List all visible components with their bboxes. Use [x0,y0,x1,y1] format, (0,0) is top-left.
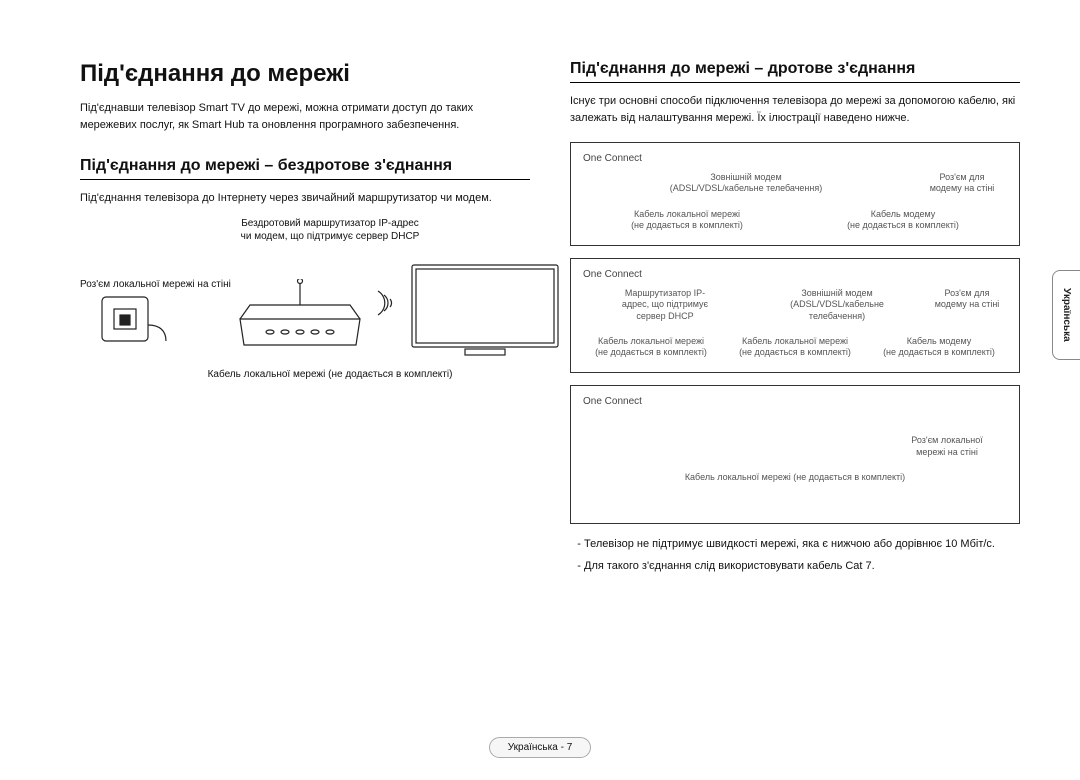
wall-jack-icon [100,295,170,355]
lan-wall-jack-label: Роз'єм локальної мережі на стіні [887,435,1007,458]
wireless-heading: Під'єднання до мережі – бездротове з'єдн… [80,157,530,180]
external-modem-label: Зовнішній модем (ADSL/VDSL/кабельне теле… [755,288,919,322]
text-line: Роз'єм для [917,172,1007,183]
wired-heading: Під'єднання до мережі – дротове з'єднанн… [570,60,1020,83]
text-line: (не додається в комплекті) [583,220,791,231]
lan-cable-caption: Кабель локальної мережі (не додається в … [200,369,460,380]
text-line: (не додається в комплекті) [871,347,1007,358]
page-footer: Українська - 7 [0,737,1080,758]
lan-cable-label: Кабель локальної мережі (не додається в … [583,209,791,232]
wired-subtext: Існує три основні способи підключення те… [570,93,1020,126]
text-line: сервер DHCP [583,311,747,322]
text-line: (не додається в комплекті) [799,220,1007,231]
note-item: Телевізор не підтримує швидкості мережі,… [584,536,1020,554]
router-caption-line2: чи модем, що підтримує сервер DHCP [230,230,430,243]
language-side-tab-label: Українська [1061,288,1072,342]
right-column: Під'єднання до мережі – дротове з'єднанн… [570,60,1020,579]
text-line: Кабель локальної мережі [583,336,719,347]
modem-wall-jack-label: Роз'єм для модему на стіні [917,172,1007,195]
text-line: Кабель модему [871,336,1007,347]
text-line: модему на стіні [927,299,1007,310]
text-line: Маршрутизатор IP- [583,288,747,299]
text-line: Зовнішній модем [755,288,919,299]
text-line: Зовнішній модем [583,172,909,183]
wired-diagram-1: One Connect Зовнішній модем (ADSL/VDSL/к… [570,142,1020,246]
text-line: мережі на стіні [887,447,1007,458]
notes-list: Телевізор не підтримує швидкості мережі,… [570,536,1020,575]
left-column: Під'єднання до мережі Під'єднавши телеві… [80,60,530,579]
modem-wall-jack-label: Роз'єм для модему на стіні [927,288,1007,322]
tv-icon [410,263,560,359]
ip-router-label: Маршрутизатор IP- адрес, що підтримує се… [583,288,747,322]
text-line: Кабель локальної мережі (не додається в … [583,472,1007,483]
wired-diagram-3: One Connect Роз'єм локальної мережі на с… [570,385,1020,524]
wireless-diagram: Бездротовий маршрутизатор IP-адрес чи мо… [80,223,530,423]
external-modem-label: Зовнішній модем (ADSL/VDSL/кабельне теле… [583,172,909,195]
wired-diagram-2: One Connect Маршрутизатор IP- адрес, що … [570,258,1020,373]
modem-cable-label: Кабель модему (не додається в комплекті) [871,336,1007,359]
wifi-signal-icon [376,283,406,323]
lan-cable-label: Кабель локальної мережі (не додається в … [583,472,1007,483]
text-line: (не додається в комплекті) [727,347,863,358]
text-line: Роз'єм для [927,288,1007,299]
wireless-subtext: Під'єднання телевізора до Інтернету чере… [80,190,530,207]
text-line: адрес, що підтримує [583,299,747,310]
text-line: Кабель локальної мережі [727,336,863,347]
intro-text: Під'єднавши телевізор Smart TV до мережі… [80,100,530,133]
one-connect-label: One Connect [583,269,1007,280]
modem-cable-label: Кабель модему (не додається в комплекті) [799,209,1007,232]
one-connect-label: One Connect [583,396,1007,407]
language-side-tab: Українська [1052,270,1080,360]
lan-cable-label-a: Кабель локальної мережі (не додається в … [583,336,719,359]
page-number-pill: Українська - 7 [489,737,592,758]
text-line: Роз'єм локальної [887,435,1007,446]
page-title: Під'єднання до мережі [80,60,530,88]
one-connect-label: One Connect [583,153,1007,164]
router-caption: Бездротовий маршрутизатор IP-адрес чи мо… [230,217,430,243]
router-icon [230,279,370,353]
text-line: Кабель модему [799,209,1007,220]
text-line: (ADSL/VDSL/кабельне [755,299,919,310]
router-caption-line1: Бездротовий маршрутизатор IP-адрес [230,217,430,230]
lan-cable-label-b: Кабель локальної мережі (не додається в … [727,336,863,359]
note-item: Для такого з'єднання слід використовуват… [584,558,1020,576]
text-line: телебачення) [755,311,919,322]
text-line: модему на стіні [917,183,1007,194]
text-line: (не додається в комплекті) [583,347,719,358]
text-line: (ADSL/VDSL/кабельне телебачення) [583,183,909,194]
wall-jack-caption: Роз'єм локальної мережі на стіні [80,279,231,290]
text-line: Кабель локальної мережі [583,209,791,220]
